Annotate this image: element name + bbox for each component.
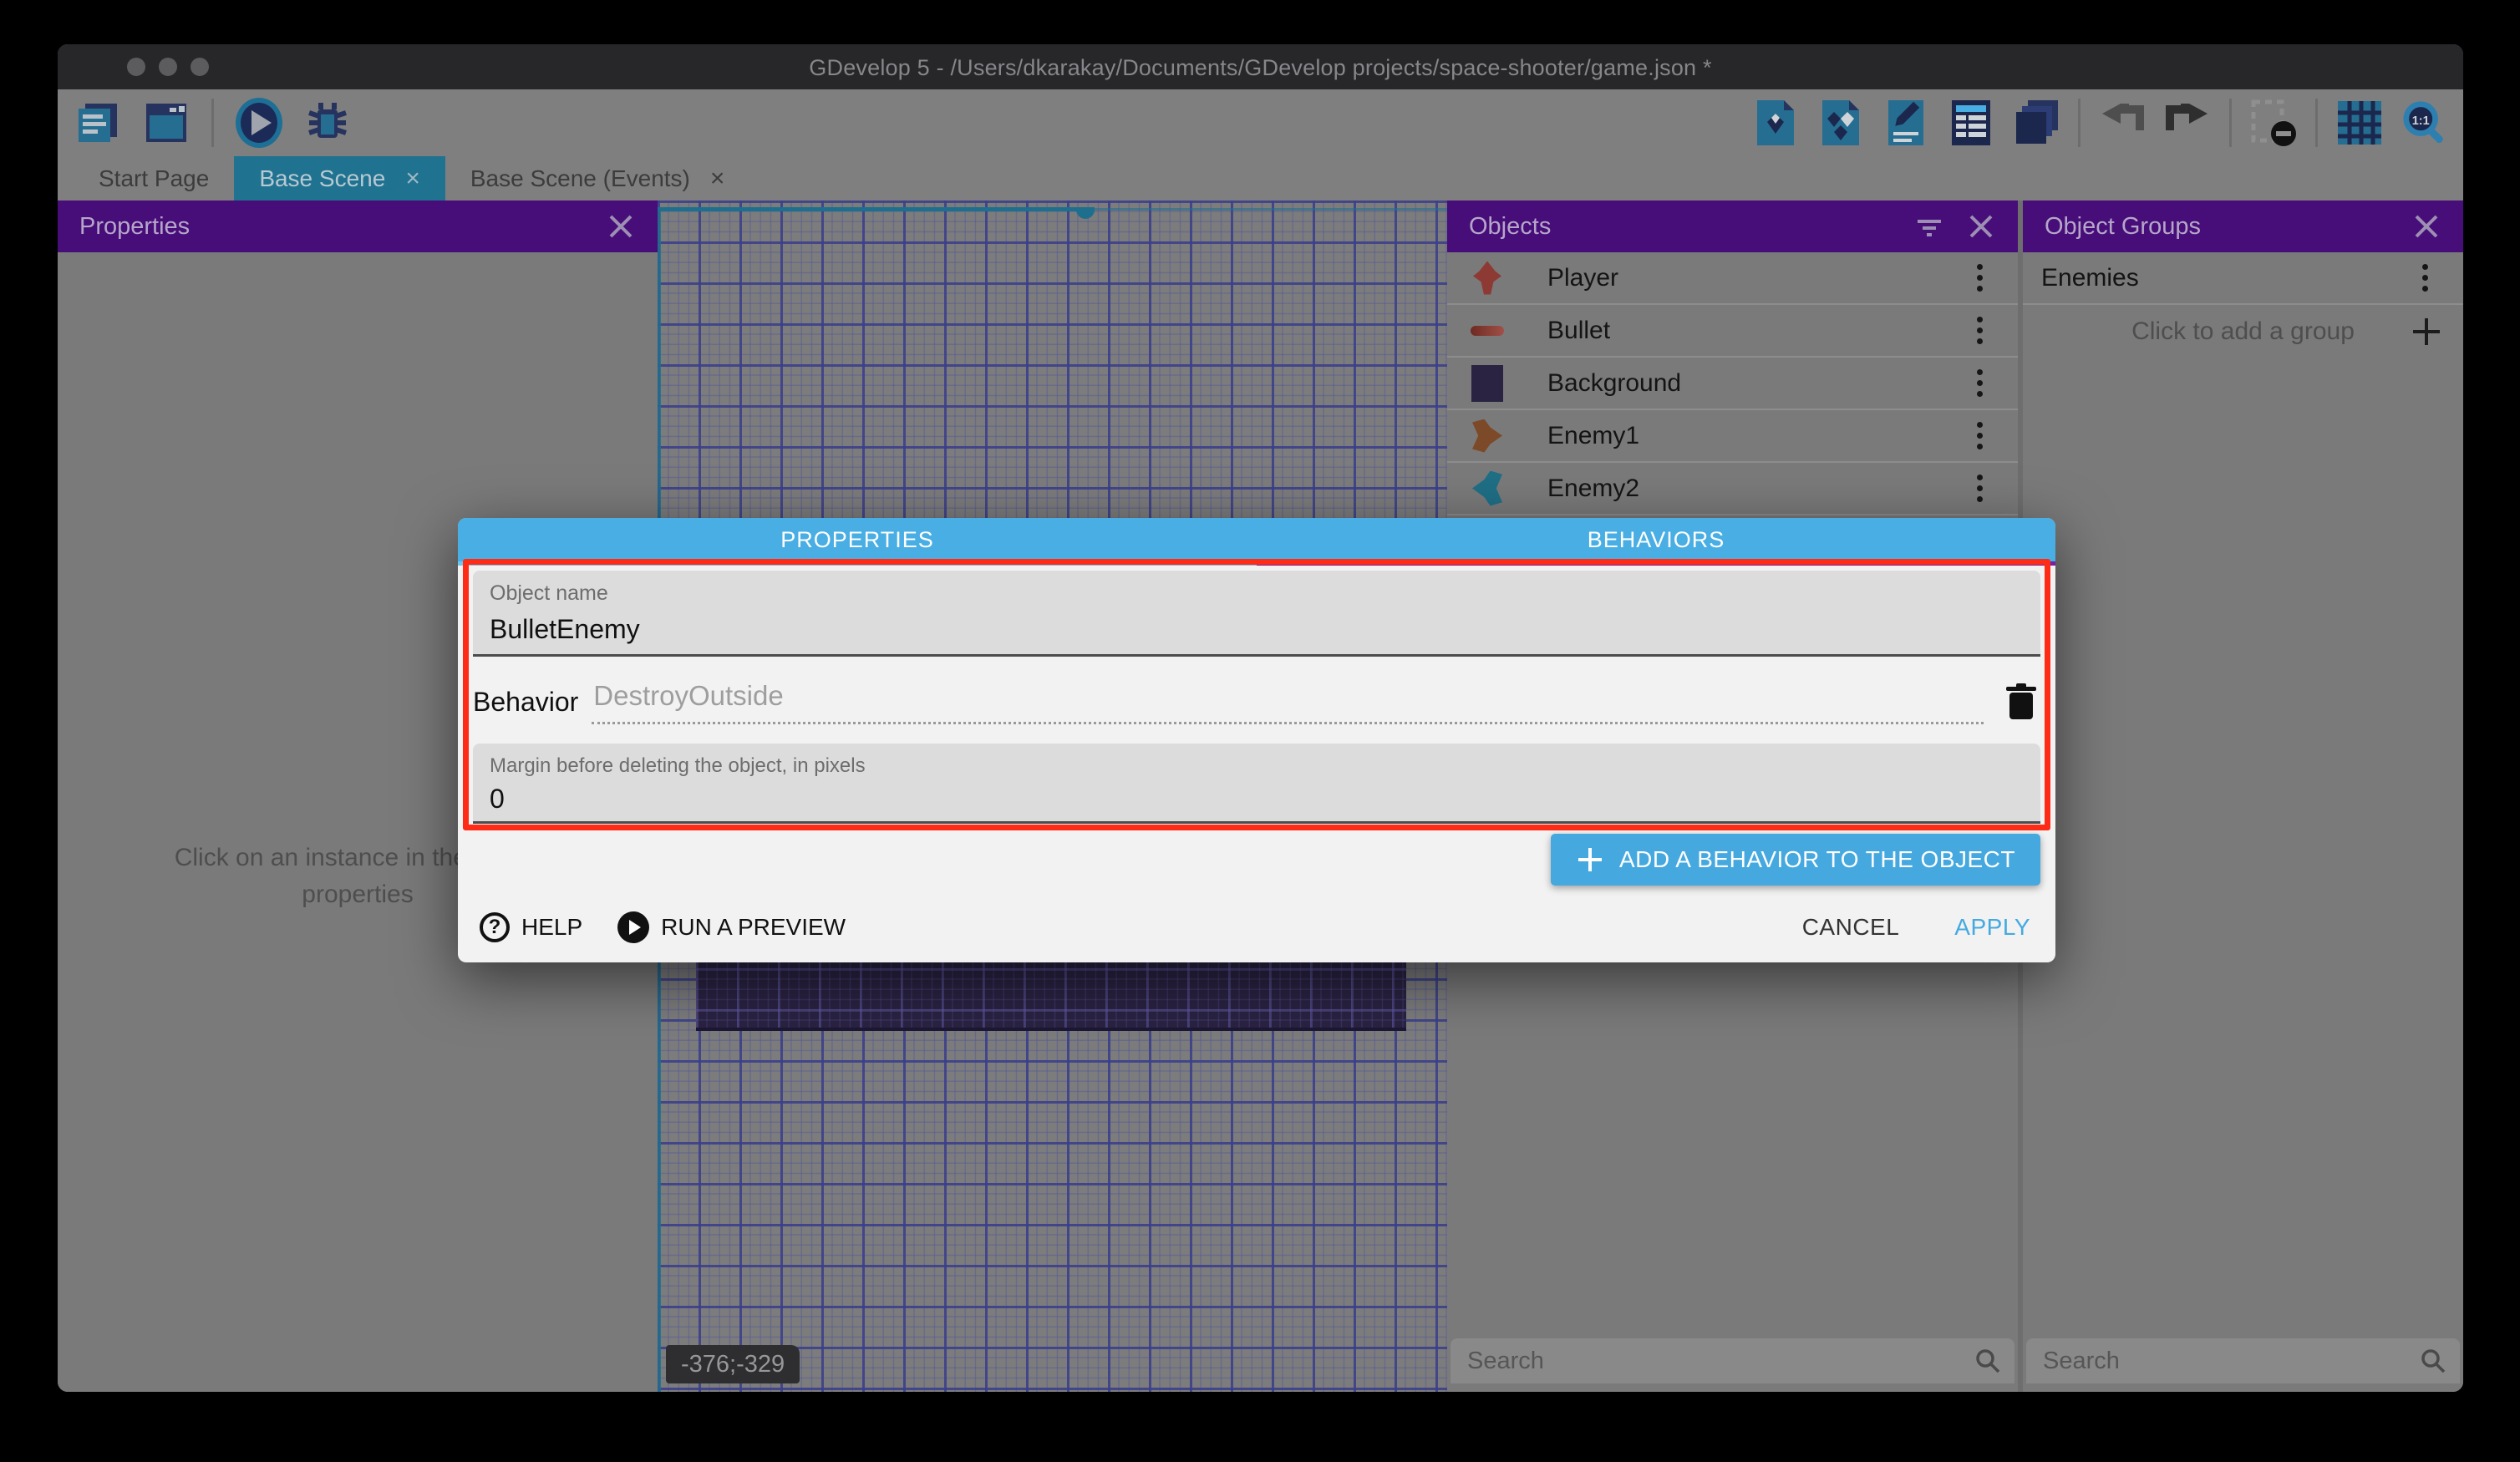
behavior-label: Behavior [473, 687, 578, 718]
edit-scene-icon[interactable] [1882, 99, 1929, 146]
toolbar-separator [2229, 99, 2232, 147]
trash-icon [2004, 683, 2038, 721]
dialog-tab-behaviors[interactable]: BEHAVIORS [1257, 518, 2055, 561]
background-sprite-icon [1469, 365, 1506, 402]
object-row-enemy2[interactable]: Enemy2 [1447, 463, 2018, 515]
object-row-enemy1[interactable]: Enemy1 [1447, 410, 2018, 463]
tab-base-scene[interactable]: Base Scene × [234, 156, 445, 201]
object-menu-icon[interactable] [1963, 470, 1996, 507]
title-bar: GDevelop 5 - /Users/dkarakay/Documents/G… [58, 44, 2463, 89]
panel-title: Object Groups [2045, 213, 2201, 241]
tab-base-scene-events[interactable]: Base Scene (Events) × [445, 156, 750, 201]
main-toolbar: 1:1 [58, 89, 2463, 156]
close-tab-icon[interactable]: × [405, 165, 420, 193]
cancel-button[interactable]: CANCEL [1802, 914, 1900, 941]
object-row-player[interactable]: Player [1447, 252, 2018, 305]
close-panel-icon[interactable] [1966, 211, 1996, 241]
dialog-footer: ? HELP RUN A PREVIEW CANCEL APPLY [480, 904, 2030, 951]
object-name-field[interactable]: Object name BulletEnemy [473, 571, 2040, 657]
deselect-instances-icon[interactable] [2250, 99, 2297, 146]
undo-icon[interactable] [2099, 99, 2146, 146]
group-row-enemies[interactable]: Enemies [2023, 252, 2463, 305]
search-icon [2420, 1348, 2446, 1374]
behavior-row: Behavior DestroyOutside [473, 667, 2040, 737]
tab-label: Base Scene (Events) [470, 165, 690, 192]
objects-search-input[interactable] [1467, 1338, 1890, 1383]
player-sprite-icon [1469, 260, 1506, 297]
toolbar-separator [2078, 99, 2081, 147]
object-groups-panel-header: Object Groups [2023, 201, 2463, 252]
group-menu-icon[interactable] [2408, 260, 2441, 297]
redo-icon[interactable] [2164, 99, 2211, 146]
toolbar-separator [211, 99, 214, 147]
grid-icon[interactable] [2336, 99, 2383, 146]
scene-properties-icon[interactable] [143, 99, 190, 146]
dialog-tab-bar: PROPERTIES BEHAVIORS [458, 518, 2055, 561]
enemy1-sprite-icon [1469, 418, 1506, 454]
selection-border-top-faint [1095, 208, 1447, 211]
delete-behavior-button[interactable] [2002, 681, 2040, 723]
objects-search-bar [1451, 1338, 2014, 1383]
tab-label: Base Scene [259, 165, 385, 192]
plus-icon [1576, 845, 1604, 874]
layers-icon[interactable] [2013, 99, 2060, 146]
plus-icon [2410, 315, 2443, 348]
enemy2-sprite-icon [1469, 470, 1506, 507]
margin-value[interactable]: 0 [490, 784, 505, 815]
close-tab-icon[interactable]: × [710, 165, 725, 193]
object-menu-icon[interactable] [1963, 365, 1996, 402]
object-groups-panel: Object Groups Enemies Click to add a gro… [2023, 201, 2463, 1392]
object-groups-icon[interactable] [1817, 99, 1864, 146]
search-icon [1974, 1348, 2001, 1374]
margin-label: Margin before deleting the object, in pi… [490, 754, 866, 778]
margin-field[interactable]: Margin before deleting the object, in pi… [473, 744, 2040, 824]
help-icon: ? [480, 912, 510, 942]
project-manager-icon[interactable] [74, 99, 121, 146]
window-title: GDevelop 5 - /Users/dkarakay/Documents/G… [58, 55, 2463, 81]
add-group-row[interactable]: Click to add a group [2023, 305, 2463, 358]
selection-resize-handle[interactable] [1076, 208, 1095, 219]
behavior-name-value[interactable]: DestroyOutside [593, 680, 783, 711]
selection-border-top [658, 207, 1095, 211]
zoom-original-icon[interactable]: 1:1 [2401, 99, 2448, 146]
object-menu-icon[interactable] [1963, 312, 1996, 349]
bullet-sprite-icon [1469, 312, 1506, 349]
properties-panel-header: Properties [58, 201, 658, 252]
debug-icon[interactable] [304, 99, 351, 146]
close-panel-icon[interactable] [2411, 211, 2441, 241]
apply-button[interactable]: APPLY [1954, 914, 2030, 941]
play-preview-icon[interactable] [236, 99, 282, 146]
tab-underline-left [458, 561, 1257, 566]
object-name-value[interactable]: BulletEnemy [490, 614, 640, 645]
add-object-icon[interactable] [1752, 99, 1799, 146]
object-name-label: Object name [490, 581, 608, 606]
panel-title: Properties [79, 213, 190, 241]
objects-panel-header: Objects [1447, 201, 2018, 252]
play-icon [617, 911, 649, 943]
object-row-bullet[interactable]: Bullet [1447, 305, 2018, 358]
cursor-coordinates-badge: -376;-329 [666, 1345, 800, 1383]
add-behavior-button[interactable]: ADD A BEHAVIOR TO THE OBJECT [1551, 834, 2040, 886]
help-button[interactable]: ? HELP [480, 912, 582, 942]
scene-variables-icon[interactable] [1948, 99, 1994, 146]
object-menu-icon[interactable] [1963, 418, 1996, 454]
object-row-background[interactable]: Background [1447, 358, 2018, 410]
svg-text:1:1: 1:1 [2412, 114, 2430, 128]
groups-search-input[interactable] [2043, 1338, 2368, 1383]
object-editor-dialog: PROPERTIES BEHAVIORS Object name BulletE… [458, 518, 2055, 962]
dialog-tab-properties[interactable]: PROPERTIES [458, 518, 1257, 561]
editor-tab-bar: Start Page Base Scene × Base Scene (Even… [58, 156, 2463, 201]
close-panel-icon[interactable] [606, 211, 636, 241]
groups-search-bar [2026, 1338, 2460, 1383]
tab-active-indicator [1257, 561, 2055, 566]
toolbar-separator [2315, 99, 2318, 147]
tab-start-page[interactable]: Start Page [74, 156, 234, 201]
panel-title: Objects [1469, 213, 1551, 241]
object-menu-icon[interactable] [1963, 260, 1996, 297]
tab-label: Start Page [99, 165, 209, 192]
run-preview-button[interactable]: RUN A PREVIEW [617, 911, 846, 943]
filter-icon[interactable] [1914, 211, 1944, 241]
